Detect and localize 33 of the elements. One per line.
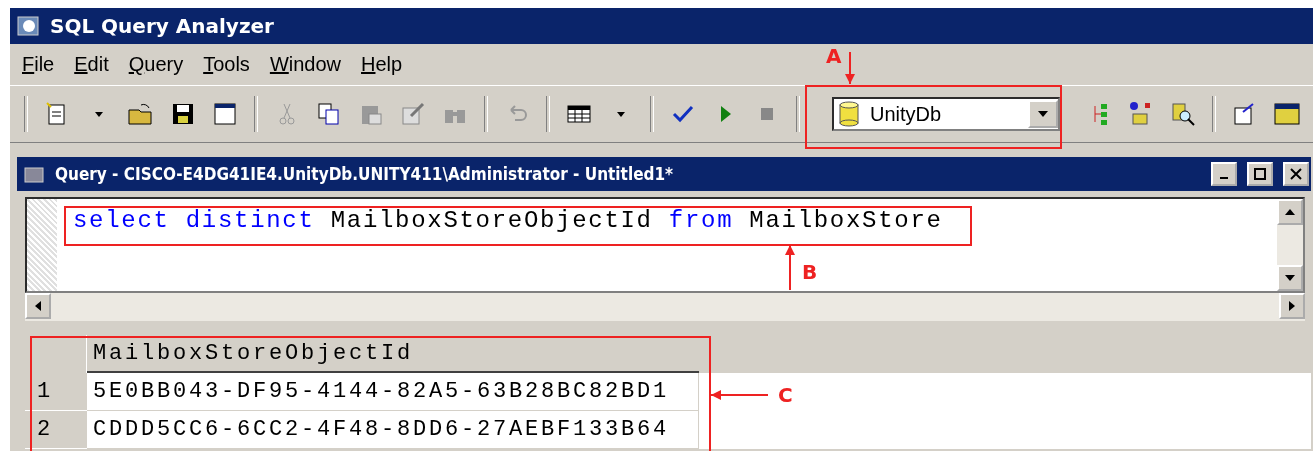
- annotation-label: A: [826, 44, 842, 68]
- menu-item[interactable]: Query: [120, 53, 192, 77]
- minimize-icon: [1220, 177, 1228, 179]
- table-cell: CDDD5CC6-6CC2-4F48-8DD6-27AEBF133B64: [87, 411, 699, 449]
- menu-item[interactable]: Window: [261, 53, 350, 77]
- menu-item[interactable]: Help: [353, 53, 411, 77]
- window-title: SQL Query Analyzer: [50, 13, 274, 38]
- close-icon: [1290, 168, 1302, 180]
- dropdown-button[interactable]: [1028, 100, 1058, 129]
- row-number: 2: [25, 411, 87, 449]
- scroll-right-button[interactable]: [1279, 293, 1305, 319]
- row-number: 1: [25, 373, 87, 411]
- menu-item[interactable]: Edit: [66, 53, 117, 77]
- table-cell: 5E0BB043-DF95-4144-82A5-63B28BC82BD1: [87, 373, 699, 411]
- scroll-left-button[interactable]: [25, 293, 51, 319]
- annotation-label: B: [802, 260, 818, 284]
- arrow-down-icon: [1284, 273, 1296, 283]
- query-window-title: Query - CISCO-E4DG41IE4.UnityDb.UNITY411\Administrator - Untitled1*: [55, 164, 675, 184]
- minimize-button[interactable]: [1211, 162, 1237, 186]
- column-header[interactable]: MailboxStoreObjectId: [87, 335, 699, 373]
- sql-query[interactable]: select distinct MailboxStoreObjectId from MailboxStore: [73, 207, 943, 234]
- maximize-button[interactable]: [1247, 162, 1273, 186]
- maximize-icon: [1254, 168, 1266, 180]
- close-button[interactable]: [1283, 162, 1309, 186]
- menu-item[interactable]: Tools: [195, 53, 258, 77]
- scroll-up-button[interactable]: [1277, 199, 1303, 225]
- menu-item[interactable]: File: [14, 53, 63, 77]
- annotation-label: C: [778, 383, 793, 407]
- database-dropdown[interactable]: UnityDb: [832, 97, 1060, 132]
- database-icon: [838, 101, 860, 128]
- arrow-up-icon: [1284, 207, 1296, 217]
- query-window-icon: [23, 164, 47, 184]
- scroll-down-button[interactable]: [1277, 265, 1303, 291]
